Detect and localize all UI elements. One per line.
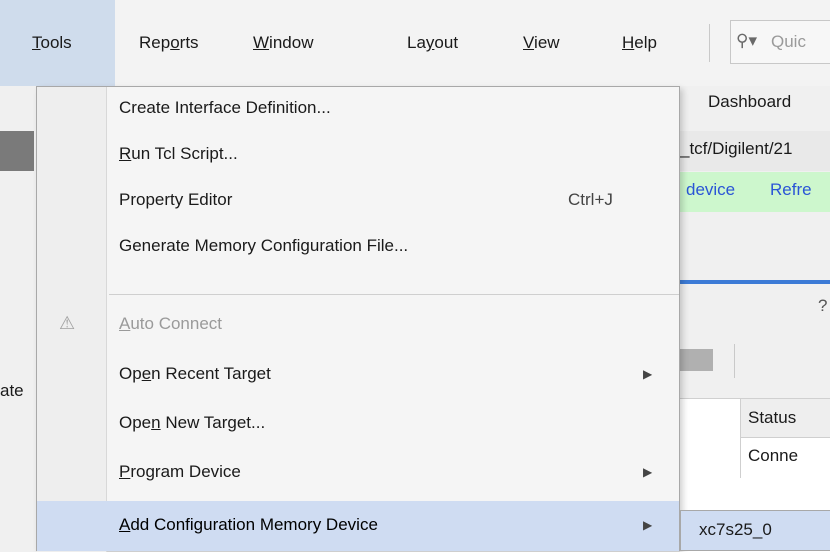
toolbar-edge <box>0 131 34 171</box>
panel-divider <box>680 280 830 284</box>
menu-window[interactable]: Window <box>253 0 313 86</box>
table-row[interactable]: Conne <box>740 438 830 478</box>
configuration-memory-submenu: xc7s25_0 <box>680 510 830 551</box>
left-panel-text: ate <box>0 381 24 400</box>
help-icon[interactable]: ? <box>818 296 827 316</box>
menu-help[interactable]: Help <box>622 0 657 86</box>
toolbar-separator <box>734 344 735 378</box>
menu-item-run-tcl-script[interactable]: Run Tcl Script... <box>37 135 679 175</box>
menu-item-label: Open Recent Target <box>119 364 271 383</box>
status-banner: device Refre <box>680 172 830 212</box>
refresh-link[interactable]: Refre <box>770 180 812 200</box>
menu-tools[interactable]: Tools <box>0 0 115 86</box>
menu-layout[interactable]: Layout <box>407 0 458 86</box>
menu-item-label: Open New Target... <box>119 413 266 432</box>
menu-item-create-interface-definition[interactable]: Create Interface Definition... <box>37 89 679 129</box>
submenu-arrow-icon: ▶ <box>643 518 653 532</box>
toolbar-button[interactable] <box>680 349 713 371</box>
submenu-item-xc7s25-0[interactable]: xc7s25_0 <box>699 520 772 540</box>
menu-reports[interactable]: Reports <box>139 0 199 86</box>
plug-icon: ⚠ <box>59 313 76 333</box>
menu-item-label: Property Editor <box>119 190 233 209</box>
menu-item-label: Generate Memory Configuration File... <box>119 236 409 255</box>
tools-menu: Create Interface Definition... Run Tcl S… <box>36 86 680 552</box>
target-path-row: _tcf/Digilent/21 <box>680 131 830 171</box>
menu-item-program-device[interactable]: Program Device ▶ <box>37 453 679 493</box>
target-path-text: _tcf/Digilent/21 <box>680 139 793 158</box>
menu-item-label: Program Device <box>119 462 241 481</box>
column-header-label: Status <box>748 408 797 427</box>
menu-item-label: Auto Connect <box>119 314 223 333</box>
table-cell-status: Conne <box>748 446 799 465</box>
menu-item-label: Create Interface Definition... <box>119 98 331 117</box>
column-header-status[interactable]: Status <box>740 399 830 438</box>
quick-access-placeholder: Quic <box>771 32 806 51</box>
search-icon: ⚲▾ <box>736 31 757 50</box>
open-device-link[interactable]: device <box>686 180 735 200</box>
shortcut-label: Ctrl+J <box>568 190 613 209</box>
submenu-arrow-icon: ▶ <box>643 465 653 479</box>
menu-item-add-configuration-memory-device[interactable]: Add Configuration Memory Device ▶ <box>37 501 679 551</box>
menu-item-property-editor[interactable]: Property Editor Ctrl+J <box>37 181 679 221</box>
menu-item-auto-connect: ⚠ Auto Connect <box>37 305 679 345</box>
dashboard-button[interactable]: Dashboard <box>708 92 791 112</box>
menu-item-generate-memory-configuration-file[interactable]: Generate Memory Configuration File... <box>37 227 679 267</box>
menu-item-label: Add Configuration Memory Device <box>119 515 378 534</box>
menu-item-label: Run Tcl Script... <box>119 144 238 163</box>
menubar-separator <box>709 24 710 62</box>
menu-view[interactable]: View <box>523 0 560 86</box>
quick-access-search[interactable]: ⚲▾ Quic <box>730 20 830 64</box>
menu-bar: Tools Reports Window Layout View Help ⚲▾… <box>0 0 830 86</box>
menu-separator <box>109 294 679 295</box>
menu-item-open-new-target[interactable]: Open New Target... <box>37 404 679 444</box>
submenu-arrow-icon: ▶ <box>643 367 653 381</box>
menu-item-open-recent-target[interactable]: Open Recent Target ▶ <box>37 355 679 395</box>
